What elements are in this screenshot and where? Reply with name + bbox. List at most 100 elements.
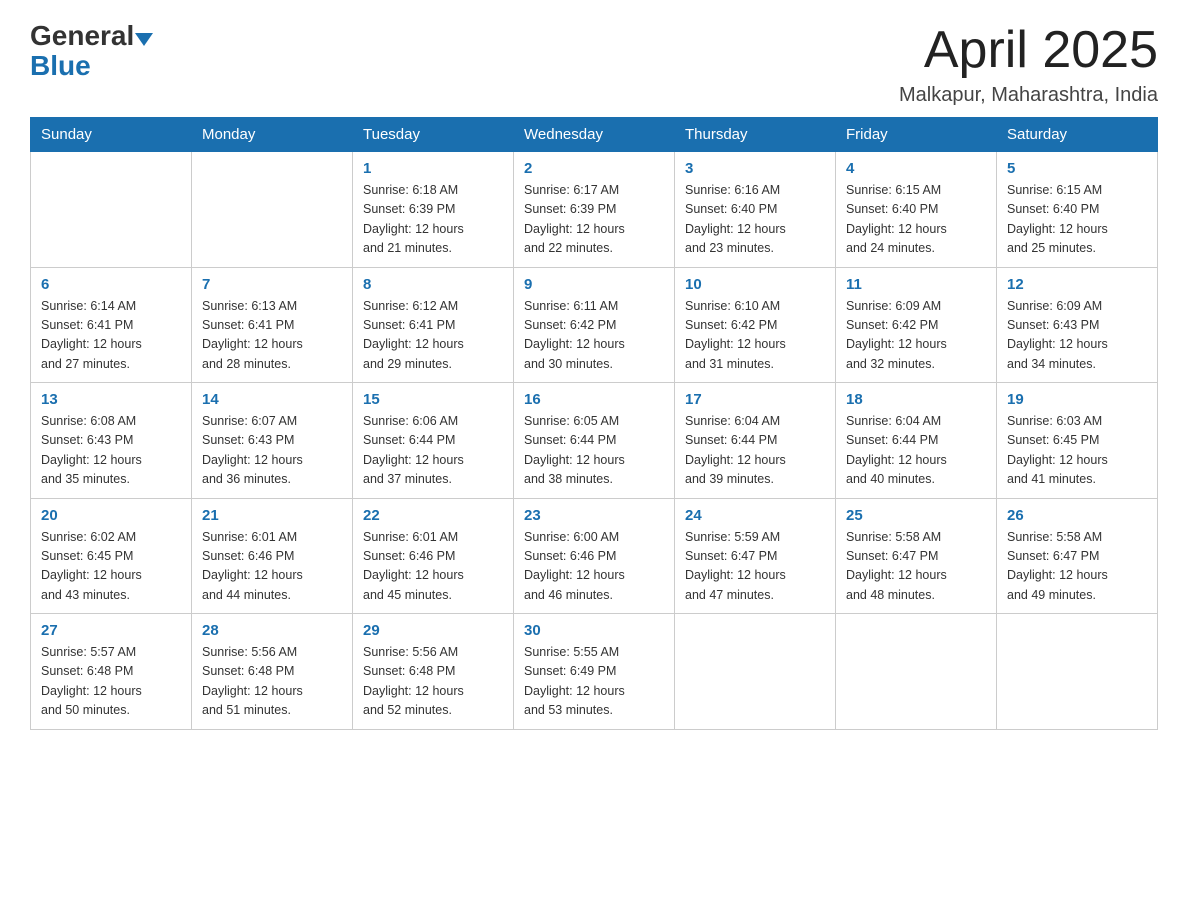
day-info: Sunrise: 6:03 AM Sunset: 6:45 PM Dayligh… bbox=[1007, 412, 1147, 490]
calendar-day-header: Thursday bbox=[675, 118, 836, 152]
calendar-week-row: 1 Sunrise: 6:18 AM Sunset: 6:39 PM Daylig… bbox=[31, 152, 1158, 268]
calendar-day-cell: 29 Sunrise: 5:56 AM Sunset: 6:48 PM Dayli… bbox=[353, 614, 514, 730]
calendar-day-cell: 23 Sunrise: 6:00 AM Sunset: 6:46 PM Dayli… bbox=[514, 498, 675, 614]
calendar-day-cell: 12 Sunrise: 6:09 AM Sunset: 6:43 PM Dayli… bbox=[997, 267, 1158, 383]
calendar-day-cell bbox=[192, 152, 353, 268]
day-number: 9 bbox=[524, 276, 664, 293]
page-header: General Blue April 2025 Malkapur, Mahara… bbox=[30, 20, 1158, 107]
day-number: 16 bbox=[524, 391, 664, 408]
day-info: Sunrise: 6:05 AM Sunset: 6:44 PM Dayligh… bbox=[524, 412, 664, 490]
day-number: 8 bbox=[363, 276, 503, 293]
logo-general: General bbox=[30, 20, 134, 52]
day-info: Sunrise: 6:04 AM Sunset: 6:44 PM Dayligh… bbox=[846, 412, 986, 490]
day-number: 27 bbox=[41, 622, 181, 639]
calendar-day-cell: 5 Sunrise: 6:15 AM Sunset: 6:40 PM Daylig… bbox=[997, 152, 1158, 268]
day-info: Sunrise: 6:15 AM Sunset: 6:40 PM Dayligh… bbox=[846, 181, 986, 259]
day-number: 20 bbox=[41, 507, 181, 524]
calendar-day-header: Monday bbox=[192, 118, 353, 152]
day-number: 12 bbox=[1007, 276, 1147, 293]
calendar-day-cell: 3 Sunrise: 6:16 AM Sunset: 6:40 PM Daylig… bbox=[675, 152, 836, 268]
logo-arrow-icon bbox=[135, 33, 153, 46]
calendar-day-cell: 10Sunrise: 6:10 AM Sunset: 6:42 PM Dayli… bbox=[675, 267, 836, 383]
day-number: 3 bbox=[685, 160, 825, 177]
calendar-day-cell: 17 Sunrise: 6:04 AM Sunset: 6:44 PM Dayli… bbox=[675, 383, 836, 499]
calendar-day-cell: 4 Sunrise: 6:15 AM Sunset: 6:40 PM Daylig… bbox=[836, 152, 997, 268]
day-number: 28 bbox=[202, 622, 342, 639]
day-info: Sunrise: 6:00 AM Sunset: 6:46 PM Dayligh… bbox=[524, 528, 664, 606]
calendar-day-cell: 1 Sunrise: 6:18 AM Sunset: 6:39 PM Daylig… bbox=[353, 152, 514, 268]
day-number: 6 bbox=[41, 276, 181, 293]
calendar-week-row: 27 Sunrise: 5:57 AM Sunset: 6:48 PM Dayli… bbox=[31, 614, 1158, 730]
calendar-day-cell: 9 Sunrise: 6:11 AM Sunset: 6:42 PM Daylig… bbox=[514, 267, 675, 383]
calendar-day-cell: 28 Sunrise: 5:56 AM Sunset: 6:48 PM Dayli… bbox=[192, 614, 353, 730]
day-number: 11 bbox=[846, 276, 986, 293]
calendar-day-header: Tuesday bbox=[353, 118, 514, 152]
day-number: 15 bbox=[363, 391, 503, 408]
day-info: Sunrise: 6:18 AM Sunset: 6:39 PM Dayligh… bbox=[363, 181, 503, 259]
day-number: 18 bbox=[846, 391, 986, 408]
calendar-day-cell bbox=[997, 614, 1158, 730]
calendar-header-row: SundayMondayTuesdayWednesdayThursdayFrid… bbox=[31, 118, 1158, 152]
calendar-day-cell bbox=[836, 614, 997, 730]
calendar-day-header: Saturday bbox=[997, 118, 1158, 152]
title-section: April 2025 Malkapur, Maharashtra, India bbox=[899, 20, 1158, 107]
location-text: Malkapur, Maharashtra, India bbox=[899, 84, 1158, 107]
day-number: 26 bbox=[1007, 507, 1147, 524]
day-info: Sunrise: 5:58 AM Sunset: 6:47 PM Dayligh… bbox=[846, 528, 986, 606]
day-number: 17 bbox=[685, 391, 825, 408]
day-info: Sunrise: 5:56 AM Sunset: 6:48 PM Dayligh… bbox=[363, 643, 503, 721]
calendar-day-cell: 6 Sunrise: 6:14 AM Sunset: 6:41 PM Daylig… bbox=[31, 267, 192, 383]
day-number: 13 bbox=[41, 391, 181, 408]
day-number: 23 bbox=[524, 507, 664, 524]
day-number: 7 bbox=[202, 276, 342, 293]
calendar-day-header: Sunday bbox=[31, 118, 192, 152]
day-info: Sunrise: 5:55 AM Sunset: 6:49 PM Dayligh… bbox=[524, 643, 664, 721]
calendar-day-cell bbox=[31, 152, 192, 268]
day-info: Sunrise: 6:16 AM Sunset: 6:40 PM Dayligh… bbox=[685, 181, 825, 259]
logo-blue: Blue bbox=[30, 50, 91, 81]
day-number: 4 bbox=[846, 160, 986, 177]
day-number: 10 bbox=[685, 276, 825, 293]
calendar-day-cell: 7 Sunrise: 6:13 AM Sunset: 6:41 PM Daylig… bbox=[192, 267, 353, 383]
calendar-day-cell: 20 Sunrise: 6:02 AM Sunset: 6:45 PM Dayli… bbox=[31, 498, 192, 614]
month-title: April 2025 bbox=[899, 20, 1158, 80]
day-info: Sunrise: 5:57 AM Sunset: 6:48 PM Dayligh… bbox=[41, 643, 181, 721]
calendar-day-cell: 8Sunrise: 6:12 AM Sunset: 6:41 PM Daylig… bbox=[353, 267, 514, 383]
day-info: Sunrise: 6:04 AM Sunset: 6:44 PM Dayligh… bbox=[685, 412, 825, 490]
calendar-day-cell: 27 Sunrise: 5:57 AM Sunset: 6:48 PM Dayli… bbox=[31, 614, 192, 730]
calendar-week-row: 6 Sunrise: 6:14 AM Sunset: 6:41 PM Daylig… bbox=[31, 267, 1158, 383]
calendar-day-cell bbox=[675, 614, 836, 730]
day-number: 22 bbox=[363, 507, 503, 524]
day-number: 5 bbox=[1007, 160, 1147, 177]
calendar-day-cell: 30 Sunrise: 5:55 AM Sunset: 6:49 PM Dayli… bbox=[514, 614, 675, 730]
day-number: 24 bbox=[685, 507, 825, 524]
calendar-day-cell: 22 Sunrise: 6:01 AM Sunset: 6:46 PM Dayli… bbox=[353, 498, 514, 614]
day-number: 14 bbox=[202, 391, 342, 408]
day-number: 29 bbox=[363, 622, 503, 639]
calendar-week-row: 20 Sunrise: 6:02 AM Sunset: 6:45 PM Dayli… bbox=[31, 498, 1158, 614]
day-info: Sunrise: 6:17 AM Sunset: 6:39 PM Dayligh… bbox=[524, 181, 664, 259]
calendar-week-row: 13 Sunrise: 6:08 AM Sunset: 6:43 PM Dayli… bbox=[31, 383, 1158, 499]
day-info: Sunrise: 6:02 AM Sunset: 6:45 PM Dayligh… bbox=[41, 528, 181, 606]
day-number: 30 bbox=[524, 622, 664, 639]
day-info: Sunrise: 6:13 AM Sunset: 6:41 PM Dayligh… bbox=[202, 297, 342, 375]
calendar-table: SundayMondayTuesdayWednesdayThursdayFrid… bbox=[30, 117, 1158, 730]
day-number: 1 bbox=[363, 160, 503, 177]
day-info: Sunrise: 6:08 AM Sunset: 6:43 PM Dayligh… bbox=[41, 412, 181, 490]
day-info: Sunrise: 6:11 AM Sunset: 6:42 PM Dayligh… bbox=[524, 297, 664, 375]
day-info: Sunrise: 6:09 AM Sunset: 6:43 PM Dayligh… bbox=[1007, 297, 1147, 375]
day-info: Sunrise: 6:09 AM Sunset: 6:42 PM Dayligh… bbox=[846, 297, 986, 375]
day-number: 21 bbox=[202, 507, 342, 524]
day-info: Sunrise: 6:15 AM Sunset: 6:40 PM Dayligh… bbox=[1007, 181, 1147, 259]
day-number: 19 bbox=[1007, 391, 1147, 408]
calendar-day-cell: 26Sunrise: 5:58 AM Sunset: 6:47 PM Dayli… bbox=[997, 498, 1158, 614]
calendar-day-cell: 24Sunrise: 5:59 AM Sunset: 6:47 PM Dayli… bbox=[675, 498, 836, 614]
calendar-day-cell: 16 Sunrise: 6:05 AM Sunset: 6:44 PM Dayli… bbox=[514, 383, 675, 499]
day-info: Sunrise: 6:01 AM Sunset: 6:46 PM Dayligh… bbox=[202, 528, 342, 606]
calendar-day-cell: 13 Sunrise: 6:08 AM Sunset: 6:43 PM Dayli… bbox=[31, 383, 192, 499]
calendar-day-cell: 2Sunrise: 6:17 AM Sunset: 6:39 PM Daylig… bbox=[514, 152, 675, 268]
day-info: Sunrise: 5:56 AM Sunset: 6:48 PM Dayligh… bbox=[202, 643, 342, 721]
day-info: Sunrise: 6:01 AM Sunset: 6:46 PM Dayligh… bbox=[363, 528, 503, 606]
day-info: Sunrise: 6:14 AM Sunset: 6:41 PM Dayligh… bbox=[41, 297, 181, 375]
calendar-day-cell: 15Sunrise: 6:06 AM Sunset: 6:44 PM Dayli… bbox=[353, 383, 514, 499]
